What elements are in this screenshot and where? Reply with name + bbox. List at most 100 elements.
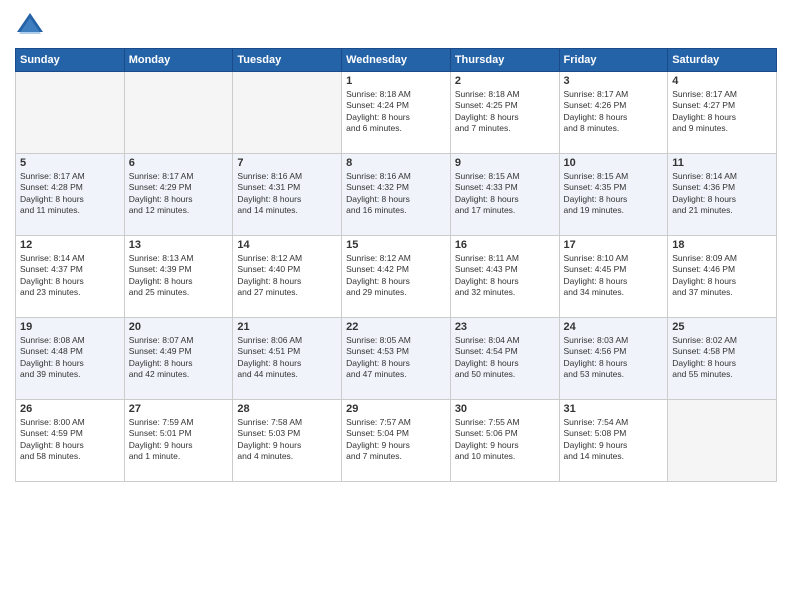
- day-number: 27: [129, 403, 229, 415]
- day-number: 18: [672, 239, 772, 251]
- calendar-day-18: 18 Sunrise: 8:09 AM Sunset: 4:46 PM Dayli…: [668, 236, 777, 318]
- calendar-day-9: 9Sunrise: 8:15 AM Sunset: 4:33 PM Daylig…: [450, 154, 559, 236]
- day-info: Sunrise: 8:07 AM Sunset: 4:49 PM Dayligh…: [129, 335, 229, 381]
- calendar-day-7: 7 Sunrise: 8:16 AM Sunset: 4:31 PM Daylig…: [233, 154, 342, 236]
- calendar-day-4: 4Sunrise: 8:17 AM Sunset: 4:27 PM Daylig…: [668, 72, 777, 154]
- day-number: 31: [564, 403, 664, 415]
- day-info: Sunrise: 8:00 AM Sunset: 4:59 PM Dayligh…: [20, 417, 120, 463]
- calendar-day-23: 23Sunrise: 8:04 AM Sunset: 4:54 PM Dayli…: [450, 318, 559, 400]
- calendar-day-empty: [668, 400, 777, 482]
- day-info: Sunrise: 8:14 AM Sunset: 4:37 PM Dayligh…: [20, 253, 120, 299]
- calendar-day-3: 3Sunrise: 8:17 AM Sunset: 4:26 PM Daylig…: [559, 72, 668, 154]
- day-info: Sunrise: 8:18 AM Sunset: 4:24 PM Dayligh…: [346, 89, 446, 135]
- day-info: Sunrise: 8:15 AM Sunset: 4:35 PM Dayligh…: [564, 171, 664, 217]
- day-number: 2: [455, 75, 555, 87]
- day-info: Sunrise: 8:17 AM Sunset: 4:27 PM Dayligh…: [672, 89, 772, 135]
- page: SundayMondayTuesdayWednesdayThursdayFrid…: [0, 0, 792, 612]
- day-info: Sunrise: 8:12 AM Sunset: 4:40 PM Dayligh…: [237, 253, 337, 299]
- day-info: Sunrise: 8:17 AM Sunset: 4:26 PM Dayligh…: [564, 89, 664, 135]
- day-info: Sunrise: 8:13 AM Sunset: 4:39 PM Dayligh…: [129, 253, 229, 299]
- day-header-saturday: Saturday: [668, 49, 777, 72]
- calendar-day-15: 15 Sunrise: 8:12 AM Sunset: 4:42 PM Dayli…: [342, 236, 451, 318]
- calendar-week-row: 12 Sunrise: 8:14 AM Sunset: 4:37 PM Dayli…: [16, 236, 777, 318]
- day-info: Sunrise: 8:10 AM Sunset: 4:45 PM Dayligh…: [564, 253, 664, 299]
- calendar-day-empty: [124, 72, 233, 154]
- day-info: Sunrise: 7:57 AM Sunset: 5:04 PM Dayligh…: [346, 417, 446, 463]
- calendar-day-28: 28 Sunrise: 7:58 AM Sunset: 5:03 PM Dayli…: [233, 400, 342, 482]
- day-info: Sunrise: 8:02 AM Sunset: 4:58 PM Dayligh…: [672, 335, 772, 381]
- calendar-day-26: 26 Sunrise: 8:00 AM Sunset: 4:59 PM Dayli…: [16, 400, 125, 482]
- day-info: Sunrise: 8:18 AM Sunset: 4:25 PM Dayligh…: [455, 89, 555, 135]
- calendar-day-8: 8 Sunrise: 8:16 AM Sunset: 4:32 PM Daylig…: [342, 154, 451, 236]
- day-number: 21: [237, 321, 337, 333]
- calendar-day-25: 25 Sunrise: 8:02 AM Sunset: 4:58 PM Dayli…: [668, 318, 777, 400]
- day-number: 26: [20, 403, 120, 415]
- day-header-tuesday: Tuesday: [233, 49, 342, 72]
- calendar-week-row: 5 Sunrise: 8:17 AM Sunset: 4:28 PM Daylig…: [16, 154, 777, 236]
- day-number: 12: [20, 239, 120, 251]
- day-info: Sunrise: 8:16 AM Sunset: 4:31 PM Dayligh…: [237, 171, 337, 217]
- day-info: Sunrise: 8:17 AM Sunset: 4:29 PM Dayligh…: [129, 171, 229, 217]
- day-number: 29: [346, 403, 446, 415]
- day-info: Sunrise: 8:14 AM Sunset: 4:36 PM Dayligh…: [672, 171, 772, 217]
- day-number: 24: [564, 321, 664, 333]
- day-info: Sunrise: 8:09 AM Sunset: 4:46 PM Dayligh…: [672, 253, 772, 299]
- day-info: Sunrise: 7:54 AM Sunset: 5:08 PM Dayligh…: [564, 417, 664, 463]
- day-info: Sunrise: 8:12 AM Sunset: 4:42 PM Dayligh…: [346, 253, 446, 299]
- calendar: SundayMondayTuesdayWednesdayThursdayFrid…: [15, 48, 777, 482]
- day-number: 7: [237, 157, 337, 169]
- day-number: 6: [129, 157, 229, 169]
- calendar-day-12: 12 Sunrise: 8:14 AM Sunset: 4:37 PM Dayli…: [16, 236, 125, 318]
- day-info: Sunrise: 8:03 AM Sunset: 4:56 PM Dayligh…: [564, 335, 664, 381]
- calendar-day-empty: [233, 72, 342, 154]
- day-info: Sunrise: 8:08 AM Sunset: 4:48 PM Dayligh…: [20, 335, 120, 381]
- logo-icon: [15, 10, 45, 40]
- calendar-day-17: 17 Sunrise: 8:10 AM Sunset: 4:45 PM Dayli…: [559, 236, 668, 318]
- day-number: 15: [346, 239, 446, 251]
- day-number: 1: [346, 75, 446, 87]
- calendar-day-2: 2 Sunrise: 8:18 AM Sunset: 4:25 PM Daylig…: [450, 72, 559, 154]
- calendar-day-19: 19 Sunrise: 8:08 AM Sunset: 4:48 PM Dayli…: [16, 318, 125, 400]
- calendar-day-13: 13 Sunrise: 8:13 AM Sunset: 4:39 PM Dayli…: [124, 236, 233, 318]
- day-info: Sunrise: 7:58 AM Sunset: 5:03 PM Dayligh…: [237, 417, 337, 463]
- day-number: 30: [455, 403, 555, 415]
- day-info: Sunrise: 8:11 AM Sunset: 4:43 PM Dayligh…: [455, 253, 555, 299]
- day-info: Sunrise: 8:17 AM Sunset: 4:28 PM Dayligh…: [20, 171, 120, 217]
- day-number: 22: [346, 321, 446, 333]
- calendar-week-row: 26 Sunrise: 8:00 AM Sunset: 4:59 PM Dayli…: [16, 400, 777, 482]
- day-number: 23: [455, 321, 555, 333]
- calendar-day-1: 1 Sunrise: 8:18 AM Sunset: 4:24 PM Daylig…: [342, 72, 451, 154]
- day-info: Sunrise: 8:06 AM Sunset: 4:51 PM Dayligh…: [237, 335, 337, 381]
- day-number: 14: [237, 239, 337, 251]
- calendar-day-6: 6 Sunrise: 8:17 AM Sunset: 4:29 PM Daylig…: [124, 154, 233, 236]
- day-header-thursday: Thursday: [450, 49, 559, 72]
- day-header-wednesday: Wednesday: [342, 49, 451, 72]
- calendar-day-27: 27 Sunrise: 7:59 AM Sunset: 5:01 PM Dayli…: [124, 400, 233, 482]
- calendar-day-24: 24 Sunrise: 8:03 AM Sunset: 4:56 PM Dayli…: [559, 318, 668, 400]
- day-info: Sunrise: 7:59 AM Sunset: 5:01 PM Dayligh…: [129, 417, 229, 463]
- day-info: Sunrise: 8:05 AM Sunset: 4:53 PM Dayligh…: [346, 335, 446, 381]
- day-header-monday: Monday: [124, 49, 233, 72]
- day-info: Sunrise: 8:16 AM Sunset: 4:32 PM Dayligh…: [346, 171, 446, 217]
- calendar-day-31: 31 Sunrise: 7:54 AM Sunset: 5:08 PM Dayli…: [559, 400, 668, 482]
- calendar-week-row: 19 Sunrise: 8:08 AM Sunset: 4:48 PM Dayli…: [16, 318, 777, 400]
- day-number: 28: [237, 403, 337, 415]
- calendar-day-empty: [16, 72, 125, 154]
- day-number: 17: [564, 239, 664, 251]
- day-number: 9: [455, 157, 555, 169]
- calendar-day-22: 22 Sunrise: 8:05 AM Sunset: 4:53 PM Dayli…: [342, 318, 451, 400]
- calendar-day-29: 29 Sunrise: 7:57 AM Sunset: 5:04 PM Dayli…: [342, 400, 451, 482]
- day-number: 8: [346, 157, 446, 169]
- day-number: 13: [129, 239, 229, 251]
- day-number: 10: [564, 157, 664, 169]
- calendar-day-21: 21 Sunrise: 8:06 AM Sunset: 4:51 PM Dayli…: [233, 318, 342, 400]
- logo: [15, 10, 49, 40]
- day-header-sunday: Sunday: [16, 49, 125, 72]
- day-number: 25: [672, 321, 772, 333]
- day-number: 16: [455, 239, 555, 251]
- day-number: 11: [672, 157, 772, 169]
- day-number: 5: [20, 157, 120, 169]
- calendar-header-row: SundayMondayTuesdayWednesdayThursdayFrid…: [16, 49, 777, 72]
- calendar-day-11: 11 Sunrise: 8:14 AM Sunset: 4:36 PM Dayli…: [668, 154, 777, 236]
- day-number: 19: [20, 321, 120, 333]
